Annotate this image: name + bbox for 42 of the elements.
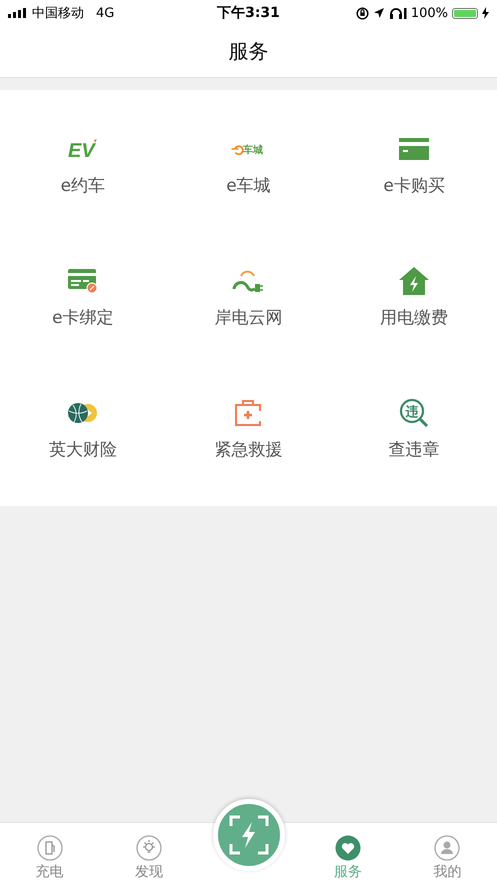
person-icon [434,835,460,861]
service-item[interactable]: 紧急救援 [166,366,332,498]
service-label: e约车 [60,175,106,197]
fuel-pump-icon [36,835,63,861]
service-item[interactable]: 违 查违章 [331,366,497,498]
service-label: e卡购买 [383,175,445,197]
globe-coin-icon [66,402,99,424]
card-link-icon [66,268,99,294]
charging-bolt-icon [482,7,489,19]
service-label: 查违章 [388,439,440,461]
house-bolt-icon [398,266,430,296]
cloud-plug-icon [232,269,264,293]
network-text: 4G [96,6,114,20]
page-title: 服务 [228,38,268,65]
service-label: 紧急救援 [214,439,282,461]
service-label: e卡绑定 [52,307,114,329]
service-label: 岸电云网 [214,307,282,329]
battery-percent: 100% [410,6,448,20]
service-item[interactable]: 英大财险 [0,366,166,498]
signal-icon [8,8,28,18]
tab-item[interactable]: 发现 [99,823,199,883]
clock-time: 下午3:31 [217,4,280,22]
first-aid-kit-icon [234,399,262,427]
light-bulb-icon [136,835,162,861]
service-item[interactable]: 车城 e车城 [166,102,332,234]
carrier-text: 中国移动 [32,5,84,22]
service-item[interactable]: 岸电云网 [166,234,332,366]
service-item[interactable]: e卡购买 [331,102,497,234]
scan-bolt-icon [228,815,269,855]
service-label: 用电缴费 [380,307,448,329]
service-label: 英大财险 [48,439,117,461]
card-icon [398,137,430,161]
tab-item[interactable]: 我的 [398,823,497,883]
service-item[interactable]: e卡绑定 [0,234,166,366]
service-label: e车城 [226,175,271,197]
location-arrow-icon [372,7,385,19]
battery-icon [452,8,478,18]
service-item[interactable]: EV e约车 [0,102,166,234]
tab-item[interactable]: 充电 [0,823,100,883]
headphones-icon [388,7,407,19]
rotation-lock-icon [356,6,369,20]
service-item[interactable]: 用电缴费 [331,234,497,366]
